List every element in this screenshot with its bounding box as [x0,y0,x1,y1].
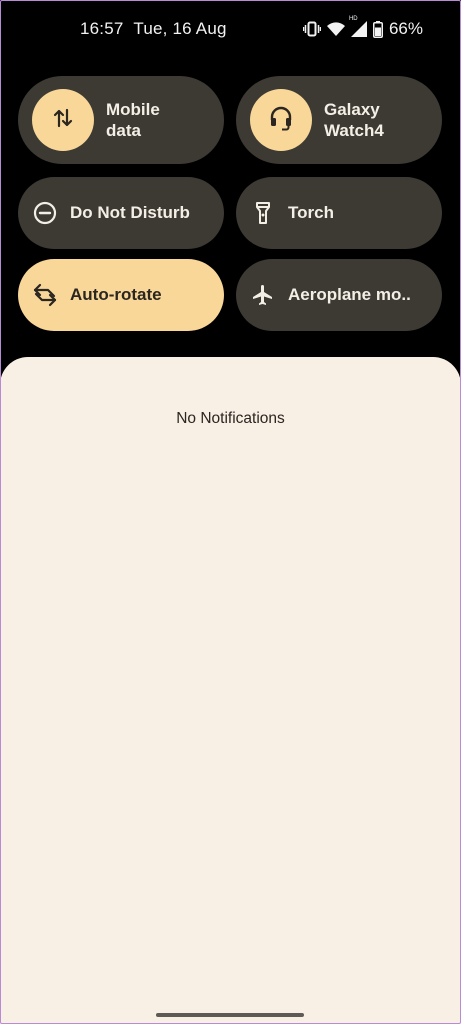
status-icons: HD 66% [302,16,423,39]
tile-auto-rotate[interactable]: Auto-rotate [18,259,224,331]
tile-galaxy-watch-line1: Galaxy [324,100,380,119]
mobile-data-arrows-icon [52,107,74,134]
hd-voice-icon: HD [348,16,358,22]
notification-shade[interactable]: No Notifications [0,357,461,1024]
tile-galaxy-watch-icon-bg[interactable] [250,89,312,151]
vibrate-icon [302,21,321,37]
tile-aeroplane-mode[interactable]: Aeroplane mo.. [236,259,442,331]
do-not-disturb-icon [32,200,58,226]
tile-do-not-disturb-label: Do Not Disturb [70,203,190,222]
status-bar: 16:57 Tue, 16 Aug HD 66% [0,0,461,60]
no-notifications-text: No Notifications [176,410,285,427]
tile-auto-rotate-label: Auto-rotate [70,285,162,304]
tile-mobile-data[interactable]: Mobile data [18,76,224,164]
tile-galaxy-watch-label: Galaxy Watch4 [324,99,384,141]
battery-percent: 66% [388,19,423,38]
tile-galaxy-watch[interactable]: Galaxy Watch4 [236,76,442,164]
status-date: Tue, 16 Aug [133,19,227,38]
battery-icon [372,20,383,38]
cell-signal-icon: HD [349,16,367,37]
auto-rotate-icon [32,282,58,308]
navigation-gesture-handle[interactable] [156,1013,304,1017]
wifi-icon [326,21,345,37]
tile-do-not-disturb[interactable]: Do Not Disturb [18,177,224,249]
tile-torch[interactable]: Torch [236,177,442,249]
tile-aeroplane-mode-label: Aeroplane mo.. [288,285,411,304]
tile-mobile-data-line2: data [106,121,141,140]
tile-torch-label: Torch [288,203,334,222]
flashlight-icon [250,200,276,226]
airplane-icon [250,282,276,308]
status-time: 16:57 [80,19,124,38]
tile-mobile-data-label: Mobile data [106,99,160,141]
tile-mobile-data-line1: Mobile [106,100,160,119]
status-time-date: 16:57 Tue, 16 Aug [80,19,227,39]
tile-galaxy-watch-line2: Watch4 [324,121,384,140]
headset-icon [268,105,294,136]
tile-mobile-data-icon-bg[interactable] [32,89,94,151]
